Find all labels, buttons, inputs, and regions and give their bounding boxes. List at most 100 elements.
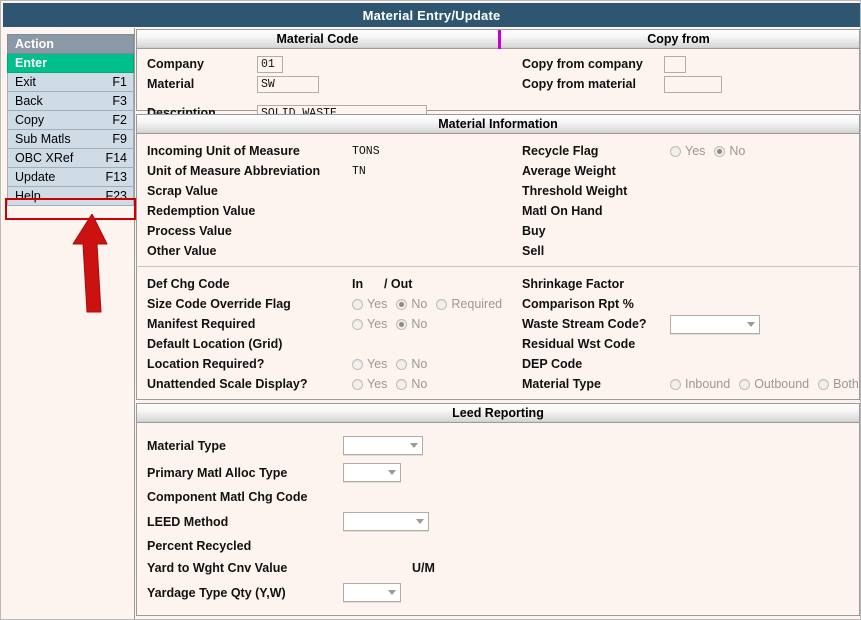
leed-reporting-column: Material Type Primary Matl Alloc Type Co…: [137, 432, 859, 606]
radio-label: Inbound: [685, 377, 731, 391]
component-matl-chg-code-row: Component Matl Chg Code: [147, 486, 859, 508]
uom-abbreviation-label: Unit of Measure Abbreviation: [147, 164, 321, 178]
radio-icon: [818, 378, 830, 390]
leed-method-select[interactable]: [343, 512, 429, 531]
recycle-flag-no[interactable]: No: [714, 144, 745, 158]
radio-label: Yes: [367, 377, 388, 391]
mi-left-column: Incoming Unit of Measure TONS Unit of Me…: [137, 141, 498, 261]
size-code-override-yes[interactable]: Yes: [352, 297, 387, 311]
dep-code-label: DEP Code: [522, 357, 583, 371]
radio-label: No: [411, 317, 428, 331]
leed-material-type-label: Material Type: [147, 438, 226, 453]
location-required-no[interactable]: No: [396, 357, 427, 371]
sidebar-item-copy[interactable]: Copy F2: [7, 111, 134, 130]
radio-label: Yes: [685, 144, 706, 158]
redemption-value-label: Redemption Value: [147, 204, 256, 218]
sidebar-item-back[interactable]: Back F3: [7, 92, 134, 111]
threshold-weight-label: Threshold Weight: [522, 184, 628, 198]
copy-from-material-row: Copy from material: [522, 74, 859, 94]
radio-icon: [396, 358, 408, 370]
leed-reporting-group: Leed Reporting Material Type Primary Mat…: [136, 403, 860, 616]
chevron-down-icon: [388, 470, 396, 475]
material-type-label: Material Type: [522, 377, 601, 391]
leed-reporting-title: Leed Reporting: [452, 406, 544, 420]
sidebar-item-enter[interactable]: Enter: [7, 54, 134, 73]
location-required-yes[interactable]: Yes: [352, 357, 387, 371]
recycle-flag-row: Recycle Flag Yes No: [522, 141, 859, 161]
copy-from-company-row: Copy from company: [522, 54, 859, 74]
radio-icon: [352, 378, 363, 390]
leed-method-row: LEED Method: [147, 508, 859, 535]
waste-stream-code-row: Waste Stream Code?: [522, 314, 859, 334]
recycle-flag-label: Recycle Flag: [522, 144, 599, 158]
sidebar-item-key: F2: [112, 113, 127, 127]
material-row: Material SW: [147, 74, 498, 94]
recycle-flag-yes[interactable]: Yes: [670, 144, 705, 158]
company-label: Company: [147, 57, 204, 71]
leed-material-type-row: Material Type: [147, 432, 859, 459]
sidebar-item-sub-matls[interactable]: Sub Matls F9: [7, 130, 134, 149]
sidebar-item-update[interactable]: Update F13: [7, 168, 134, 187]
panel-divider: [498, 30, 501, 49]
size-code-override-no[interactable]: No: [396, 297, 427, 311]
sidebar-item-key: F3: [112, 94, 127, 108]
material-type-both[interactable]: Both: [818, 377, 859, 391]
buy-label: Buy: [522, 224, 546, 238]
material-code-columns: Company 01 Material SW Description SOLID…: [137, 54, 859, 123]
material-information-group: Material Information Incoming Unit of Me…: [136, 114, 860, 400]
copy-from-company-input[interactable]: [664, 55, 686, 73]
manifest-required-radios: Yes No: [352, 317, 427, 331]
yard-to-wght-cnv-value-row: Yard to Wght Cnv Value U/M: [147, 557, 859, 579]
radio-label: Yes: [367, 317, 388, 331]
radio-label: No: [729, 144, 746, 158]
material-type-outbound[interactable]: Outbound: [739, 377, 809, 391]
residual-wst-code-row: Residual Wst Code: [522, 334, 859, 354]
sidebar-item-label: Back: [15, 94, 43, 108]
yardage-type-qty-select[interactable]: [343, 583, 401, 602]
size-code-override-required[interactable]: Required: [436, 297, 502, 311]
manifest-required-label: Manifest Required: [147, 317, 256, 331]
material-input[interactable]: SW: [257, 75, 319, 93]
comparison-rpt-row: Comparison Rpt %: [522, 294, 859, 314]
mi-right-column: Recycle Flag Yes No Average Weight Thres…: [498, 141, 859, 261]
leed-reporting-header: Leed Reporting: [137, 404, 859, 423]
leed-reporting-body: Material Type Primary Matl Alloc Type Co…: [137, 423, 859, 613]
shrinkage-factor-label: Shrinkage Factor: [522, 277, 625, 291]
copy-from-material-input[interactable]: [664, 75, 722, 93]
unattended-scale-display-yes[interactable]: Yes: [352, 377, 387, 391]
material-information-body-bottom: Def Chg Code In / Out Size Code Override…: [137, 267, 859, 401]
company-input[interactable]: 01: [257, 55, 283, 73]
sidebar-item-exit[interactable]: Exit F1: [7, 73, 134, 92]
sidebar-item-label: Exit: [15, 75, 36, 89]
annotation-arrow-icon: [72, 214, 108, 313]
manifest-required-no[interactable]: No: [396, 317, 427, 331]
default-location-row: Default Location (Grid): [147, 334, 498, 354]
unattended-scale-display-row: Unattended Scale Display? Yes No: [147, 374, 498, 394]
def-chg-code-row: Def Chg Code In / Out: [147, 274, 498, 294]
incoming-uom-row: Incoming Unit of Measure TONS: [147, 141, 498, 161]
sell-label: Sell: [522, 244, 545, 258]
shrinkage-factor-row: Shrinkage Factor: [522, 274, 859, 294]
chevron-down-icon: [388, 590, 396, 595]
radio-label: No: [411, 357, 428, 371]
scrap-value-row: Scrap Value: [147, 181, 498, 201]
radio-label: Yes: [367, 297, 388, 311]
leed-material-type-select[interactable]: [343, 436, 423, 455]
incoming-uom-value: TONS: [352, 144, 380, 158]
process-value-label: Process Value: [147, 224, 232, 238]
material-type-radios: Inbound Outbound Both: [670, 377, 859, 391]
manifest-required-yes[interactable]: Yes: [352, 317, 387, 331]
chevron-down-icon: [416, 519, 424, 524]
waste-stream-code-select[interactable]: [670, 314, 760, 334]
sidebar-item-obc-xref[interactable]: OBC XRef F14: [7, 149, 134, 168]
yardage-type-qty-label: Yardage Type Qty (Y,W): [147, 585, 286, 600]
radio-icon: [396, 378, 408, 390]
unattended-scale-display-no[interactable]: No: [396, 377, 427, 391]
sidebar-item-help[interactable]: Help F23: [7, 187, 134, 206]
chevron-down-icon: [410, 443, 418, 448]
sidebar-item-label: Enter: [15, 56, 47, 70]
material-type-inbound[interactable]: Inbound: [670, 377, 730, 391]
company-row: Company 01: [147, 54, 498, 74]
primary-matl-alloc-type-select[interactable]: [343, 463, 401, 482]
location-required-row: Location Required? Yes No: [147, 354, 498, 374]
